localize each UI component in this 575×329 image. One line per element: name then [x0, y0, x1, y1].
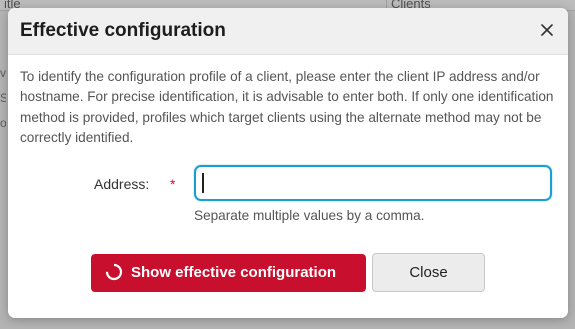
- dialog-title: Effective configuration: [20, 20, 226, 41]
- effective-configuration-dialog: Effective configuration To identify the …: [8, 8, 568, 318]
- show-effective-configuration-label: Show effective configuration: [131, 264, 337, 281]
- text-cursor: [202, 173, 204, 193]
- loading-spinner-icon: [105, 263, 123, 281]
- required-marker: *: [170, 176, 176, 192]
- show-effective-configuration-button[interactable]: Show effective configuration: [91, 254, 366, 292]
- address-label: Address:: [94, 176, 150, 192]
- close-button[interactable]: Close: [372, 253, 485, 292]
- address-input[interactable]: [194, 165, 552, 201]
- close-icon[interactable]: [536, 19, 558, 41]
- address-helper-text: Separate multiple values by a comma.: [194, 208, 425, 223]
- dialog-header: Effective configuration: [8, 8, 568, 55]
- dialog-description: To identify the configuration profile of…: [20, 69, 554, 145]
